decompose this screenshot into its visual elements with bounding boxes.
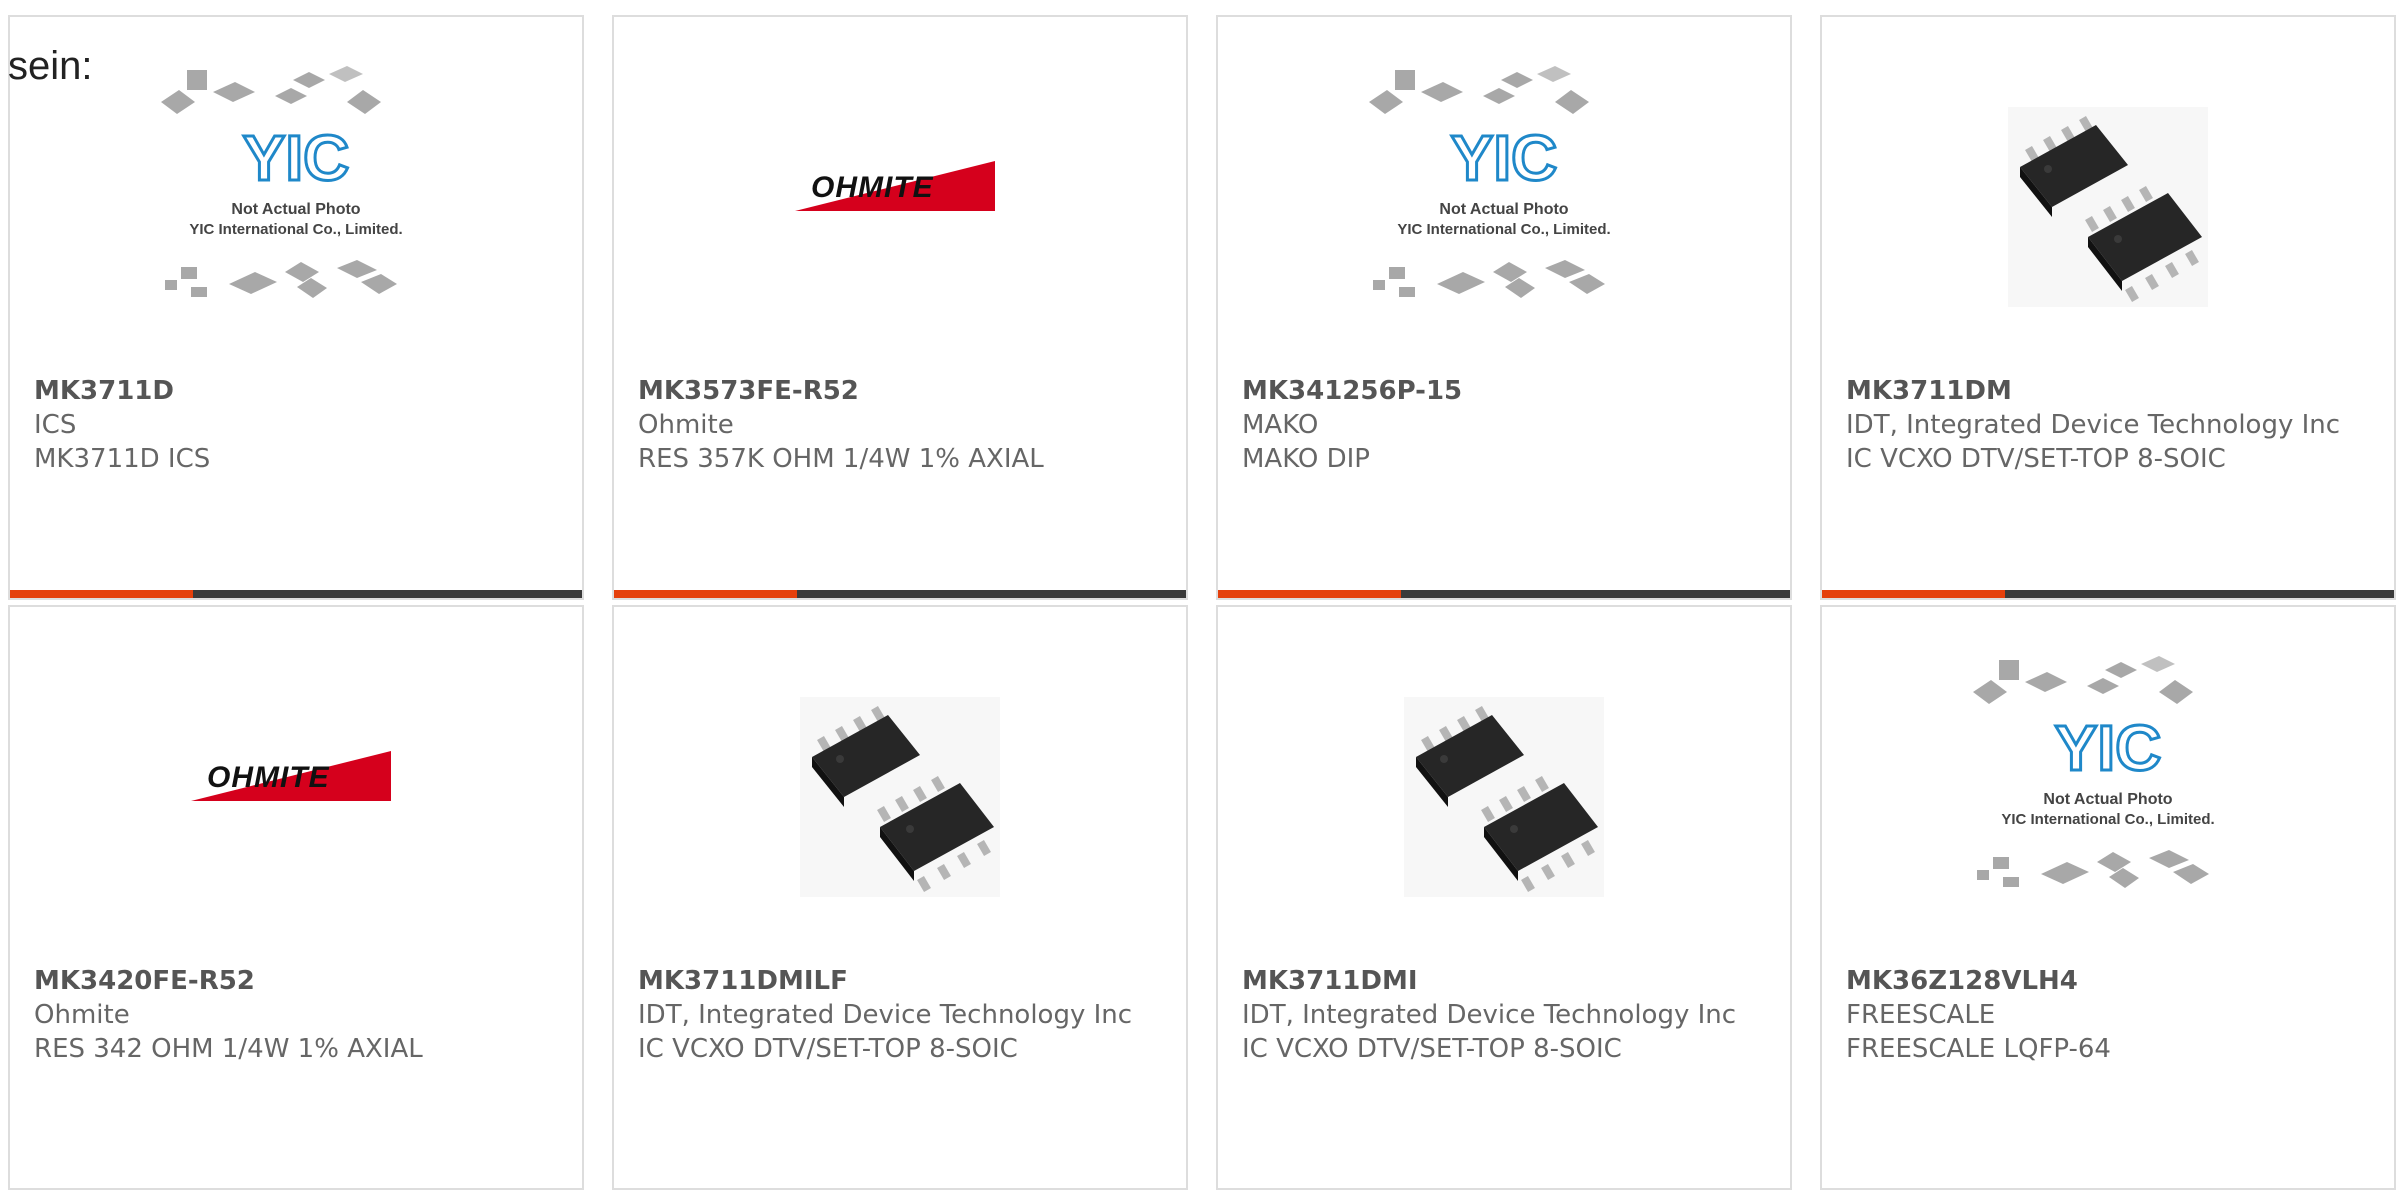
product-info: MK3573FE-R52 Ohmite RES 357K OHM 1/4W 1% A… — [638, 374, 1166, 476]
card-footer-bar — [1218, 590, 1790, 598]
ohmite-logo-text: OHMITE — [207, 761, 330, 794]
manufacturer: ICS — [34, 410, 77, 440]
manufacturer: Ohmite — [638, 410, 734, 440]
description: RES 342 OHM 1/4W 1% AXIAL — [34, 1034, 423, 1064]
manufacturer: FREESCALE — [1846, 1000, 1996, 1030]
product-info: MK3711DM IDT, Integrated Device Technolog… — [1846, 374, 2374, 476]
manufacturer: IDT, Integrated Device Technology Inc — [638, 1000, 1133, 1030]
description: FREESCALE LQFP-64 — [1846, 1034, 2111, 1064]
product-info: MK36Z128VLH4 FREESCALE FREESCALE LQFP-64 — [1846, 964, 2374, 1066]
ohmite-logo-text: OHMITE — [811, 171, 934, 204]
part-number-link[interactable]: MK3420FE-R52 — [34, 964, 562, 998]
description: IC VCXO DTV/SET-TOP 8-SOIC — [1242, 1034, 1622, 1064]
product-card[interactable]: MK3711DM IDT, Integrated Device Technolog… — [1820, 15, 2396, 600]
part-number-link[interactable]: MK3711DM — [1846, 374, 2374, 408]
product-info: MK3711DMI IDT, Integrated Device Technolo… — [1242, 964, 1770, 1066]
product-image[interactable]: YIC Not Actual Photo YIC International C… — [10, 17, 582, 357]
product-info: MK3711D ICS MK3711D ICS — [34, 374, 562, 476]
manufacturer: MAKO — [1242, 410, 1319, 440]
placeholder-line1: Not Actual Photo — [1439, 201, 1568, 218]
intro-text: sein: — [8, 44, 93, 88]
product-card[interactable]: OHMITE MK3420FE-R52 Ohmite RES 342 OHM 1/4… — [8, 605, 584, 1190]
card-footer-accent — [1822, 590, 2005, 598]
card-footer-accent — [614, 590, 797, 598]
card-footer-bar — [614, 590, 1186, 598]
yic-logo: YIC — [243, 122, 350, 194]
manufacturer: IDT, Integrated Device Technology Inc — [1846, 410, 2341, 440]
product-image[interactable] — [614, 607, 1186, 967]
product-image[interactable]: OHMITE — [614, 17, 1186, 357]
placeholder-line2: YIC International Co., Limited. — [1397, 221, 1610, 238]
product-image[interactable]: YIC Not Actual Photo YIC International C… — [1218, 17, 1790, 357]
manufacturer: IDT, Integrated Device Technology Inc — [1242, 1000, 1737, 1030]
card-footer-accent — [10, 590, 193, 598]
product-card[interactable]: YIC Not Actual Photo YIC International C… — [1820, 605, 2396, 1190]
product-info: MK3420FE-R52 Ohmite RES 342 OHM 1/4W 1% AX… — [34, 964, 562, 1066]
description: MAKO DIP — [1242, 444, 1370, 474]
product-image[interactable]: OHMITE — [10, 607, 582, 947]
description: IC VCXO DTV/SET-TOP 8-SOIC — [638, 1034, 1018, 1064]
placeholder-line1: Not Actual Photo — [2043, 791, 2172, 808]
card-footer-accent — [1218, 590, 1401, 598]
part-number-link[interactable]: MK3711D — [34, 374, 562, 408]
part-number-link[interactable]: MK3711DMI — [1242, 964, 1770, 998]
placeholder-line2: YIC International Co., Limited. — [2001, 811, 2214, 828]
product-image[interactable] — [1822, 17, 2394, 377]
product-info: MK341256P-15 MAKO MAKO DIP — [1242, 374, 1770, 476]
description: RES 357K OHM 1/4W 1% AXIAL — [638, 444, 1044, 474]
product-image[interactable] — [1218, 607, 1790, 967]
product-card[interactable]: OHMITE MK3573FE-R52 Ohmite RES 357K OHM 1/… — [612, 15, 1188, 600]
manufacturer: Ohmite — [34, 1000, 130, 1030]
description: IC VCXO DTV/SET-TOP 8-SOIC — [1846, 444, 2226, 474]
product-card[interactable]: MK3711DMI IDT, Integrated Device Technolo… — [1216, 605, 1792, 1190]
product-image[interactable]: YIC Not Actual Photo YIC International C… — [1822, 607, 2394, 947]
card-footer-bar — [1822, 590, 2394, 598]
product-card[interactable]: MK3711DMILF IDT, Integrated Device Techno… — [612, 605, 1188, 1190]
placeholder-line2: YIC International Co., Limited. — [189, 221, 402, 238]
part-number-link[interactable]: MK36Z128VLH4 — [1846, 964, 2374, 998]
card-footer-bar — [10, 590, 582, 598]
yic-logo: YIC — [2055, 712, 2162, 784]
product-card[interactable]: YIC Not Actual Photo YIC International C… — [8, 15, 584, 600]
placeholder-line1: Not Actual Photo — [231, 201, 360, 218]
product-card[interactable]: YIC Not Actual Photo YIC International C… — [1216, 15, 1792, 600]
yic-logo: YIC — [1451, 122, 1558, 194]
part-number-link[interactable]: MK3573FE-R52 — [638, 374, 1166, 408]
part-number-link[interactable]: MK341256P-15 — [1242, 374, 1770, 408]
description: MK3711D ICS — [34, 444, 211, 474]
part-number-link[interactable]: MK3711DMILF — [638, 964, 1166, 998]
product-info: MK3711DMILF IDT, Integrated Device Techno… — [638, 964, 1166, 1066]
